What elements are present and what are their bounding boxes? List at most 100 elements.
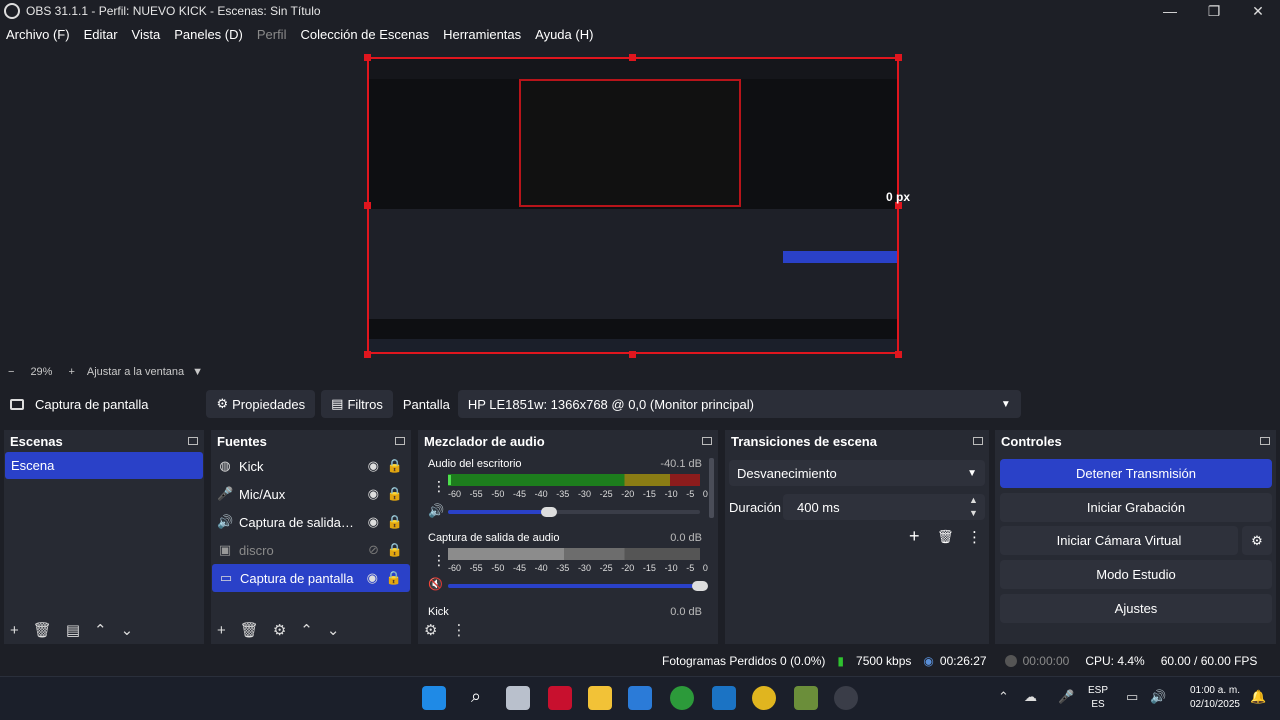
screen-capture-preview[interactable]	[367, 57, 899, 354]
speaker-icon[interactable]: 🔊	[428, 503, 444, 519]
volume-icon[interactable]: 🔊	[1150, 689, 1166, 705]
display-select[interactable]: HP LE1851w: 1366x768 @ 0,0 (Monitor prin…	[457, 390, 1021, 418]
menu-view[interactable]: Vista	[132, 27, 161, 42]
volume-knob[interactable]	[692, 581, 708, 591]
app-icon[interactable]	[712, 686, 736, 710]
minimize-button[interactable]: —	[1148, 0, 1192, 22]
zoom-out-button[interactable]: −	[8, 366, 14, 378]
add-icon[interactable]: +	[217, 622, 226, 639]
trash-icon[interactable]: 🗑	[33, 621, 52, 639]
menu-docks[interactable]: Paneles (D)	[174, 27, 243, 42]
lock-icon[interactable]: 🔒	[387, 542, 403, 558]
menu-profile[interactable]: Perfil	[257, 27, 287, 42]
stop-stream-button[interactable]: Detener Transmisión	[1000, 459, 1272, 488]
arrow-down-icon[interactable]: ⌄	[121, 621, 134, 639]
source-item[interactable]: 🎤 Mic/Aux ◉ 🔒	[211, 480, 411, 508]
eye-hidden-icon[interactable]: ⊘	[368, 542, 379, 558]
arrow-up-icon[interactable]: ⌃	[300, 621, 313, 639]
gear-icon[interactable]: ⚙	[273, 621, 286, 639]
notification-icon[interactable]: 🔔	[1250, 689, 1266, 705]
kebab-menu-icon[interactable]: ⋮	[967, 528, 982, 546]
cloud-icon[interactable]: ☁	[1024, 689, 1037, 705]
obs-icon[interactable]	[834, 686, 858, 710]
resize-handle[interactable]	[629, 351, 636, 358]
store-icon[interactable]	[628, 686, 652, 710]
chevron-down-icon[interactable]: ▼	[192, 366, 203, 378]
zoom-in-button[interactable]: +	[68, 366, 74, 378]
eye-icon[interactable]: ◉	[367, 570, 378, 586]
scene-item[interactable]: Escena	[5, 452, 203, 479]
source-item[interactable]: ◍ Kick ◉ 🔒	[211, 452, 411, 480]
language-indicator[interactable]: ESP ES	[1088, 684, 1108, 712]
duration-input[interactable]: 400 ms	[783, 494, 985, 520]
arrow-down-icon[interactable]: ⌄	[327, 621, 340, 639]
source-item-selected[interactable]: ▭ Captura de pantalla ◉ 🔒	[212, 564, 410, 592]
float-dock-icon[interactable]	[1260, 437, 1270, 445]
microphone-icon[interactable]: 🎤	[1058, 689, 1074, 705]
volume-fill	[448, 584, 700, 588]
file-explorer-icon[interactable]	[588, 686, 612, 710]
chrome-icon[interactable]	[752, 686, 776, 710]
resize-handle[interactable]	[364, 54, 371, 61]
lock-icon[interactable]: 🔒	[386, 570, 402, 586]
task-view-icon[interactable]	[506, 686, 530, 710]
kebab-menu-icon[interactable]: ⋮	[432, 552, 446, 569]
start-virtual-camera-button[interactable]: Iniciar Cámara Virtual	[1000, 526, 1238, 555]
kebab-menu-icon[interactable]: ⋮	[451, 621, 466, 639]
close-button[interactable]: ✕	[1236, 0, 1280, 22]
eye-icon[interactable]: ◉	[368, 458, 379, 474]
eye-icon[interactable]: ◉	[368, 486, 379, 502]
volume-slider[interactable]	[448, 510, 700, 514]
clock[interactable]: 01:00 a. m. 02/10/2025	[1178, 684, 1240, 712]
transition-select[interactable]: Desvanecimiento ▼	[729, 460, 985, 486]
lock-icon[interactable]: 🔒	[387, 486, 403, 502]
volume-knob[interactable]	[540, 507, 557, 517]
menu-file[interactable]: Archivo (F)	[6, 27, 70, 42]
windows-start-icon[interactable]	[422, 686, 446, 710]
source-item[interactable]: 🔊 Captura de salida de audio ◉ 🔒	[211, 508, 411, 536]
float-dock-icon[interactable]	[973, 437, 983, 445]
menu-help[interactable]: Ayuda (H)	[535, 27, 593, 42]
trash-icon[interactable]: 🗑	[240, 621, 259, 639]
volume-slider[interactable]	[448, 584, 700, 588]
fit-to-window-button[interactable]: Ajustar a la ventana	[87, 366, 184, 378]
float-dock-icon[interactable]	[395, 437, 405, 445]
xbox-icon[interactable]	[670, 686, 694, 710]
resize-handle[interactable]	[629, 54, 636, 61]
gear-icon[interactable]: ⚙	[1242, 526, 1272, 555]
maximize-button[interactable]: ❐	[1192, 0, 1236, 22]
float-dock-icon[interactable]	[702, 437, 712, 445]
speaker-muted-icon[interactable]: 🔇	[428, 577, 443, 591]
float-dock-icon[interactable]	[188, 437, 198, 445]
resize-handle[interactable]	[895, 351, 902, 358]
add-icon[interactable]: +	[909, 526, 920, 547]
trash-icon[interactable]: 🗑	[937, 529, 954, 545]
source-item[interactable]: ▣ discro ⊘ 🔒	[211, 536, 411, 564]
menu-tools[interactable]: Herramientas	[443, 27, 521, 42]
filters-button[interactable]: ▤ Filtros	[321, 390, 393, 418]
resize-handle[interactable]	[364, 351, 371, 358]
lock-icon[interactable]: 🔒	[387, 514, 403, 530]
adobe-acrobat-icon[interactable]	[548, 686, 572, 710]
lock-icon[interactable]: 🔒	[387, 458, 403, 474]
eye-icon[interactable]: ◉	[368, 514, 379, 530]
add-icon[interactable]: +	[10, 622, 19, 639]
studio-mode-button[interactable]: Modo Estudio	[1000, 560, 1272, 589]
gear-icon[interactable]: ⚙	[424, 621, 437, 639]
settings-button[interactable]: Ajustes	[1000, 594, 1272, 623]
menu-scene-collection[interactable]: Colección de Escenas	[300, 27, 429, 42]
resize-handle[interactable]	[895, 54, 902, 61]
resize-handle[interactable]	[364, 202, 371, 209]
menu-edit[interactable]: Editar	[84, 27, 118, 42]
properties-button[interactable]: ⚙ Propiedades	[206, 390, 316, 418]
network-icon[interactable]: ▭	[1126, 689, 1138, 705]
scrollbar[interactable]	[709, 458, 714, 518]
chevron-up-icon[interactable]: ⌃	[998, 689, 1009, 705]
filter-icon[interactable]: ▤	[66, 621, 80, 639]
kebab-menu-icon[interactable]: ⋮	[432, 478, 446, 495]
start-recording-button[interactable]: Iniciar Grabación	[1000, 493, 1272, 522]
duration-stepper[interactable]: ▲ ▼	[969, 494, 978, 520]
search-icon[interactable]: ⌕	[464, 686, 488, 710]
arrow-up-icon[interactable]: ⌃	[94, 621, 107, 639]
minecraft-icon[interactable]	[794, 686, 818, 710]
